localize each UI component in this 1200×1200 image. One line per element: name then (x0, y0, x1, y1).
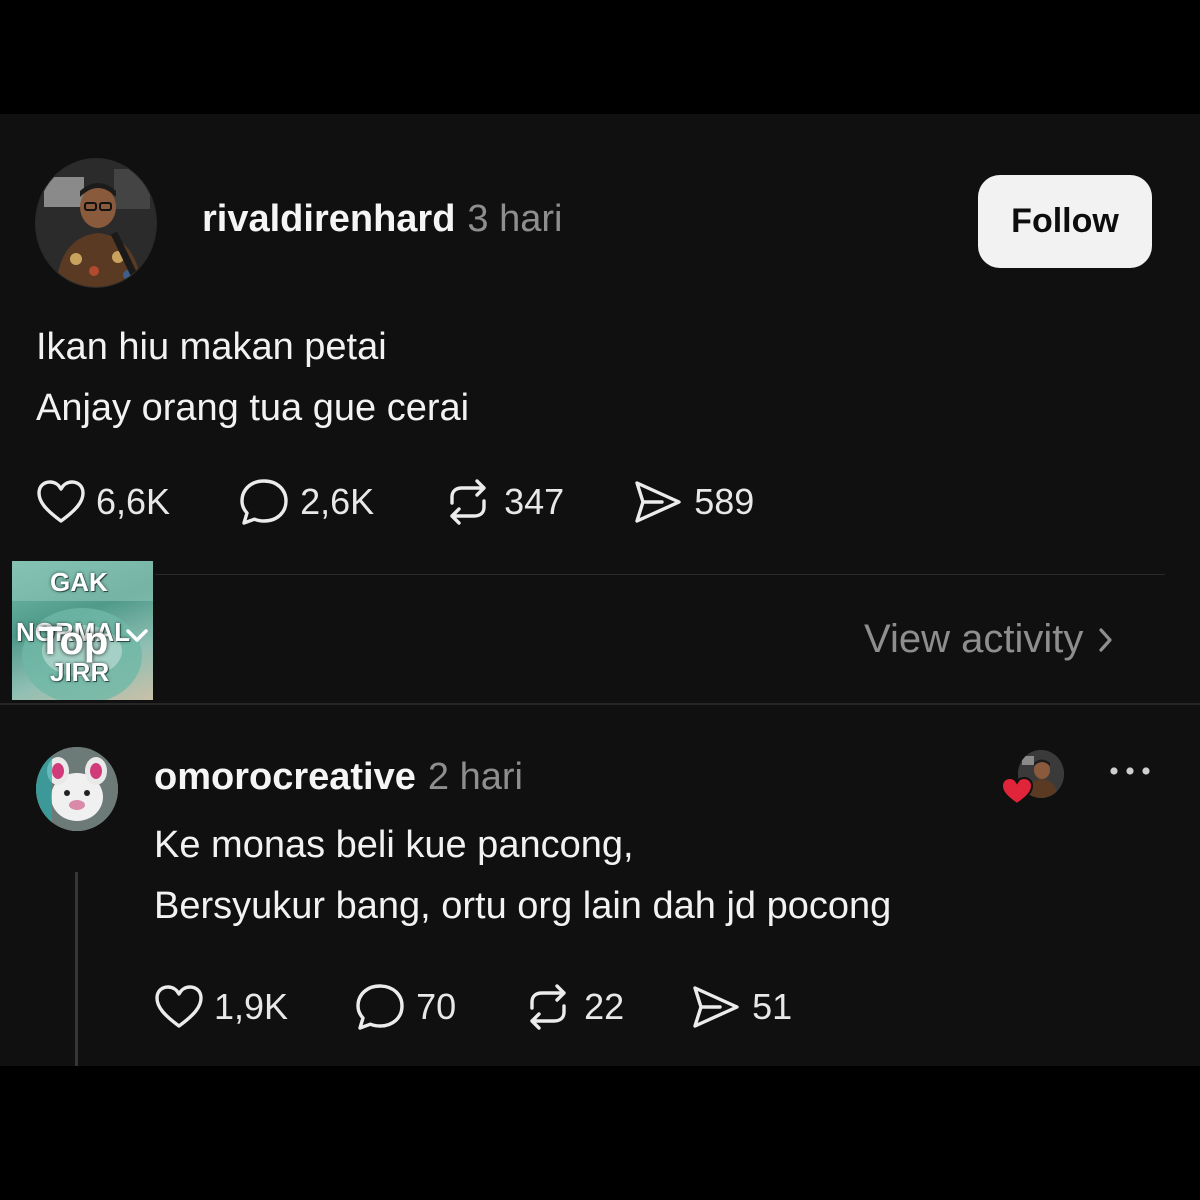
post-body: Ikan hiu makan petai Anjay orang tua gue… (36, 317, 469, 439)
post-timestamp: 3 hari (467, 198, 563, 240)
section-divider (0, 703, 1200, 705)
follow-button[interactable]: Follow (978, 175, 1152, 268)
reply-author-avatar[interactable] (36, 747, 118, 831)
post-header: rivaldirenhard 3 hari (202, 198, 562, 241)
speech-bubble-icon (238, 477, 290, 527)
view-activity-link[interactable]: View activity (864, 617, 1115, 662)
view-activity-label: View activity (864, 617, 1084, 661)
reply-like-button[interactable]: 1,9K (154, 983, 288, 1031)
share-count: 589 (694, 481, 755, 522)
reply-share-button[interactable]: 51 (690, 982, 792, 1032)
chevron-down-icon[interactable] (124, 626, 150, 651)
post-action-bar: 6,6K 2,6K 347 589 (36, 477, 822, 527)
reply-timestamp: 2 hari (427, 756, 523, 798)
heart-filled-icon (1000, 775, 1034, 812)
reply-like-count: 1,9K (214, 986, 289, 1027)
divider (155, 574, 1165, 575)
reply-repost-button[interactable]: 22 (522, 982, 624, 1032)
reply-author-username[interactable]: omorocreative (154, 756, 416, 798)
reply-header: omorocreative 2 hari (154, 756, 523, 799)
threads-post-screen: rivaldirenhard 3 hari Follow Ikan hiu mak… (0, 114, 1200, 1066)
post-body-line: Ikan hiu makan petai (36, 326, 387, 368)
sort-dropdown-label[interactable]: Top (38, 619, 108, 664)
post-author-avatar[interactable] (35, 158, 157, 288)
send-icon (690, 982, 742, 1032)
thread-line (75, 872, 78, 1066)
send-icon (632, 477, 684, 527)
reply-reply-button[interactable]: 70 (354, 982, 456, 1032)
repost-count: 347 (504, 481, 565, 522)
reply-repost-count: 22 (584, 986, 625, 1027)
reply-count: 2,6K (300, 481, 375, 522)
share-button[interactable]: 589 (632, 477, 754, 527)
like-button[interactable]: 6,6K (36, 478, 170, 526)
repost-arrows-icon (442, 477, 494, 527)
reply-button[interactable]: 2,6K (238, 477, 374, 527)
reply-action-bar: 1,9K 70 22 51 (154, 982, 858, 1032)
reply-body: Ke monas beli kue pancong, Bersyukur ban… (154, 815, 891, 937)
reply-reply-count: 70 (416, 986, 457, 1027)
reply-body-line: Bersyukur bang, ortu org lain dah jd poc… (154, 885, 892, 927)
post-body-line: Anjay orang tua gue cerai (36, 387, 470, 429)
repost-arrows-icon (522, 982, 574, 1032)
more-dots-icon[interactable] (1108, 764, 1152, 783)
reply-share-count: 51 (752, 986, 793, 1027)
chevron-right-icon (1099, 627, 1112, 652)
reply-body-line: Ke monas beli kue pancong, (154, 824, 634, 866)
speech-bubble-icon (354, 982, 406, 1032)
repost-button[interactable]: 347 (442, 477, 564, 527)
heart-icon (154, 983, 204, 1031)
sort-thumbnail-text: GAK (50, 567, 108, 597)
like-count: 6,6K (96, 481, 171, 522)
post-author-username[interactable]: rivaldirenhard (202, 198, 455, 240)
heart-icon (36, 478, 86, 526)
